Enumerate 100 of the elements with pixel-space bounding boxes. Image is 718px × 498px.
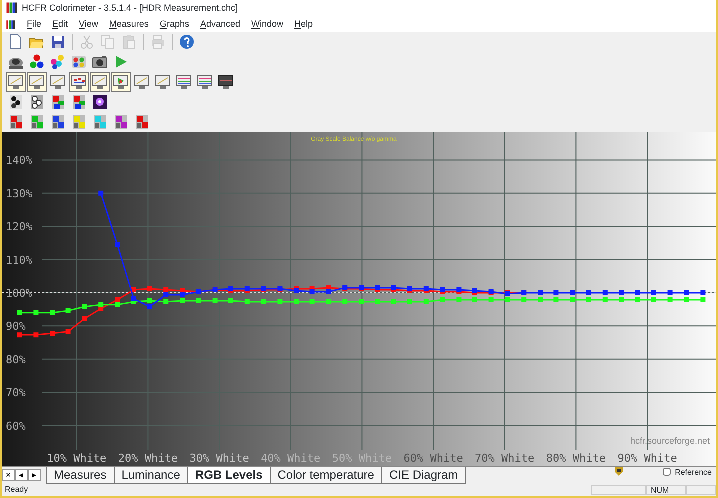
data-point bbox=[375, 300, 380, 304]
data-point bbox=[17, 310, 22, 316]
data-point bbox=[668, 298, 673, 302]
axis-label: 140% bbox=[6, 154, 32, 168]
new-file-icon bbox=[8, 34, 24, 50]
data-point bbox=[196, 298, 202, 304]
monitor-icon bbox=[50, 74, 66, 90]
rgb-dots-icon bbox=[29, 54, 45, 70]
monitor-icon bbox=[218, 74, 234, 90]
monitor-icon bbox=[92, 74, 108, 90]
data-point bbox=[684, 298, 690, 302]
data-point bbox=[17, 332, 22, 338]
axis-label: 70% White bbox=[475, 452, 535, 465]
starburst-icon bbox=[92, 94, 108, 110]
tab[interactable]: Luminance bbox=[114, 467, 188, 484]
data-point bbox=[147, 286, 152, 292]
menu-item[interactable]: Window bbox=[252, 18, 284, 32]
printer-icon bbox=[150, 34, 166, 50]
color-pattern-icon bbox=[50, 114, 66, 130]
data-point bbox=[115, 242, 120, 248]
menu-item[interactable]: Edit bbox=[52, 18, 68, 32]
tab[interactable]: CIE Diagram bbox=[381, 467, 466, 484]
previous-button[interactable]: ◂ bbox=[15, 469, 28, 481]
data-point bbox=[570, 298, 576, 302]
pattern-icon bbox=[29, 94, 45, 110]
tab[interactable]: Measures bbox=[46, 467, 115, 484]
color-pattern-icon bbox=[134, 114, 150, 130]
axis-label: 80% White bbox=[546, 452, 606, 465]
shield-icon bbox=[615, 467, 624, 476]
data-point bbox=[132, 288, 136, 292]
window-title: HCFR Colorimeter - 3.5.1.4 - [HDR Measurement.chc] bbox=[22, 2, 238, 15]
menu-item[interactable]: Advanced bbox=[200, 18, 241, 32]
menu-item[interactable]: Measures bbox=[109, 18, 149, 32]
help-icon bbox=[179, 34, 195, 50]
axis-label: 60% White bbox=[404, 452, 464, 465]
data-point bbox=[50, 331, 56, 336]
monitor-icon bbox=[29, 74, 45, 90]
data-point bbox=[228, 298, 234, 304]
data-point bbox=[66, 308, 71, 314]
monitor-button[interactable] bbox=[69, 72, 89, 92]
pattern-icon bbox=[8, 94, 24, 110]
axis-label: 40% White bbox=[261, 452, 321, 465]
camera-icon bbox=[92, 54, 108, 70]
data-point bbox=[34, 310, 39, 316]
menu-item[interactable]: Help bbox=[294, 18, 314, 32]
data-point bbox=[440, 298, 446, 302]
axis-label: 100% bbox=[6, 287, 32, 300]
menu-item[interactable]: File bbox=[27, 18, 42, 32]
pattern-icon bbox=[50, 94, 66, 110]
monitor-icon bbox=[176, 74, 192, 90]
color-pattern-icon bbox=[92, 114, 108, 130]
tab[interactable]: RGB Levels bbox=[187, 467, 271, 484]
data-point bbox=[342, 300, 348, 304]
data-point bbox=[522, 298, 527, 302]
menu-item[interactable]: Graphs bbox=[160, 18, 190, 32]
help-button[interactable] bbox=[177, 32, 197, 52]
data-point bbox=[586, 298, 592, 302]
save-icon bbox=[50, 34, 66, 50]
data-point bbox=[261, 300, 266, 304]
paste-icon bbox=[121, 34, 137, 50]
status-panel bbox=[591, 484, 646, 494]
data-point bbox=[554, 290, 559, 296]
next-button[interactable]: ▸ bbox=[28, 469, 41, 481]
data-point bbox=[538, 290, 543, 296]
data-point bbox=[212, 298, 218, 304]
data-point bbox=[651, 290, 656, 296]
data-point bbox=[66, 329, 71, 334]
axis-label: 20% White bbox=[118, 452, 178, 465]
data-point bbox=[294, 300, 300, 304]
data-point bbox=[602, 290, 608, 296]
starburst-button[interactable] bbox=[90, 92, 110, 112]
checkbox-label: Reference bbox=[675, 467, 712, 479]
data-point bbox=[82, 304, 88, 310]
data-point bbox=[50, 310, 56, 316]
close-button[interactable]: × bbox=[2, 469, 15, 481]
data-point bbox=[244, 300, 250, 304]
data-point bbox=[472, 298, 478, 302]
axis-label: 90% White bbox=[618, 452, 678, 465]
status-indicator: NUM bbox=[646, 484, 686, 494]
data-point bbox=[651, 298, 656, 302]
data-point bbox=[359, 300, 364, 304]
menu-item[interactable]: View bbox=[79, 18, 98, 32]
axis-label: 30% White bbox=[190, 452, 250, 465]
monitor-icon bbox=[113, 74, 129, 90]
axis-label: 110% bbox=[6, 254, 32, 267]
tab[interactable]: Color temperature bbox=[270, 467, 382, 484]
data-point bbox=[700, 298, 706, 302]
data-point bbox=[619, 290, 624, 296]
pattern-icon bbox=[71, 94, 87, 110]
data-point bbox=[668, 290, 673, 296]
data-point bbox=[684, 290, 690, 296]
data-point bbox=[635, 298, 640, 302]
reference-checkbox[interactable] bbox=[663, 468, 672, 476]
data-point bbox=[164, 300, 169, 304]
data-point bbox=[488, 298, 494, 302]
data-point bbox=[619, 298, 624, 302]
data-point bbox=[570, 290, 576, 296]
data-point bbox=[391, 300, 396, 304]
play-icon bbox=[113, 54, 129, 70]
data-point bbox=[538, 298, 543, 302]
